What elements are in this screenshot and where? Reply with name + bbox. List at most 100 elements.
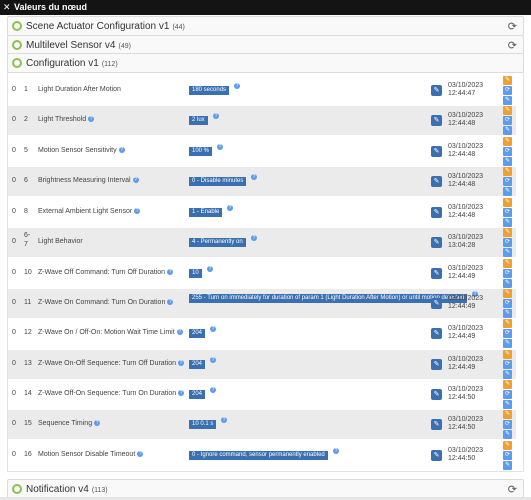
help-icon[interactable]: ? [94, 420, 101, 426]
refresh-icon[interactable]: ⟳ [503, 116, 512, 125]
wrench-icon[interactable]: ✎ [431, 298, 442, 309]
wrench-icon[interactable]: ✎ [431, 450, 442, 461]
refresh-icon[interactable]: ⟳ [503, 86, 512, 95]
pencil-icon[interactable]: ✎ [503, 218, 512, 227]
section-title: Notification v4 (113) [26, 484, 108, 495]
config-row: 0 13 Z-Wave On-Off Sequence: Turn Off Dura… [8, 350, 516, 379]
wrench-icon[interactable]: ✎ [431, 268, 442, 279]
help-icon[interactable]: ? [167, 299, 174, 305]
pencil-icon[interactable]: ✎ [503, 157, 512, 166]
wrench-icon[interactable]: ✎ [431, 389, 442, 400]
refresh-icon[interactable]: ⟳ [503, 451, 512, 460]
pencil-icon[interactable]: ✎ [503, 400, 512, 409]
edit-icon[interactable]: ✎ [503, 441, 512, 450]
pencil-icon[interactable]: ✎ [503, 187, 512, 196]
refresh-icon[interactable]: ⟳ [503, 329, 512, 338]
refresh-icon[interactable]: ⟳ [503, 299, 512, 308]
refresh-icon[interactable]: ⟳ [508, 39, 517, 52]
wrench-icon[interactable]: ✎ [431, 146, 442, 157]
pencil-icon[interactable]: ✎ [503, 96, 512, 105]
wrench-icon[interactable]: ✎ [431, 176, 442, 187]
value-help-icon[interactable]: ? [213, 113, 219, 119]
status-circle-icon [12, 21, 22, 31]
config-row: 0 1 Light Duration After Motion 180 seconds… [8, 76, 516, 105]
help-icon[interactable]: ? [178, 390, 185, 396]
value-help-icon[interactable]: ? [251, 174, 257, 180]
refresh-icon[interactable]: ⟳ [503, 269, 512, 278]
value-help-icon[interactable]: ? [221, 417, 227, 423]
value-help-icon[interactable]: ? [251, 235, 257, 241]
edit-icon[interactable]: ✎ [503, 289, 512, 298]
value-help-icon[interactable]: ? [210, 326, 216, 332]
help-icon[interactable]: ? [132, 177, 139, 183]
refresh-icon[interactable]: ⟳ [503, 147, 512, 156]
help-icon[interactable]: ? [176, 329, 183, 335]
wrench-icon[interactable]: ✎ [431, 207, 442, 218]
wrench-icon[interactable]: ✎ [431, 115, 442, 126]
pencil-icon[interactable]: ✎ [503, 248, 512, 257]
refresh-icon[interactable]: ⟳ [503, 238, 512, 247]
value-help-icon[interactable]: ? [210, 357, 216, 363]
edit-icon[interactable]: ✎ [503, 380, 512, 389]
wrench-icon[interactable]: ✎ [431, 237, 442, 248]
refresh-icon[interactable]: ⟳ [503, 420, 512, 429]
parameter-number: 15 [24, 420, 32, 427]
value-help-icon[interactable]: ? [333, 448, 339, 454]
refresh-icon[interactable]: ⟳ [503, 390, 512, 399]
update-timestamp: 03/10/2023 12:44:49 [448, 356, 483, 372]
edit-icon[interactable]: ✎ [503, 350, 512, 359]
edit-icon[interactable]: ✎ [503, 198, 512, 207]
edit-icon[interactable]: ✎ [503, 228, 512, 237]
section-configuration[interactable]: Configuration v1 (112) [7, 53, 524, 73]
parameter-number: 11 [24, 299, 32, 306]
section-notification[interactable]: Notification v4 (113) ⟳ [7, 479, 524, 499]
edit-icon[interactable]: ✎ [503, 76, 512, 85]
help-icon[interactable]: ? [118, 147, 125, 153]
edit-icon[interactable]: ✎ [503, 319, 512, 328]
help-icon[interactable]: ? [134, 208, 141, 214]
edit-icon[interactable]: ✎ [503, 137, 512, 146]
pencil-icon[interactable]: ✎ [503, 309, 512, 318]
wrench-icon[interactable]: ✎ [431, 359, 442, 370]
instance-index: 0 [12, 238, 16, 245]
help-icon[interactable]: ? [88, 116, 95, 122]
help-icon[interactable]: ? [167, 269, 174, 275]
instance-index: 0 [12, 208, 16, 215]
section-scene-actuator[interactable]: Scene Actuator Configuration v1 (44) ⟳ [7, 16, 524, 36]
close-icon[interactable]: ✕ [3, 2, 11, 13]
wrench-icon[interactable]: ✎ [431, 328, 442, 339]
config-row: 0 5 Motion Sensor Sensitivity? 100 %? ✎ 03/10… [8, 137, 516, 166]
value-help-icon[interactable]: ? [234, 83, 240, 89]
value-help-icon[interactable]: ? [207, 266, 213, 272]
update-time: 12:44:47 [448, 90, 476, 97]
section-multilevel-sensor[interactable]: Multilevel Sensor v4 (49) ⟳ [7, 35, 524, 55]
pencil-icon[interactable]: ✎ [503, 370, 512, 379]
edit-icon[interactable]: ✎ [503, 259, 512, 268]
edit-icon[interactable]: ✎ [503, 167, 512, 176]
instance-index: 0 [12, 390, 16, 397]
instance-index: 0 [12, 360, 16, 367]
pencil-icon[interactable]: ✎ [503, 430, 512, 439]
refresh-icon[interactable]: ⟳ [508, 20, 517, 33]
refresh-icon[interactable]: ⟳ [508, 483, 517, 496]
refresh-icon[interactable]: ⟳ [503, 360, 512, 369]
refresh-icon[interactable]: ⟳ [503, 208, 512, 217]
update-date: 03/10/2023 [448, 386, 484, 393]
pencil-icon[interactable]: ✎ [503, 279, 512, 288]
help-icon[interactable]: ? [137, 451, 144, 457]
pencil-icon[interactable]: ✎ [503, 126, 512, 135]
value-help-icon[interactable]: ? [217, 144, 223, 150]
edit-icon[interactable]: ✎ [503, 410, 512, 419]
pencil-icon[interactable]: ✎ [503, 461, 512, 470]
wrench-icon[interactable]: ✎ [431, 85, 442, 96]
refresh-icon[interactable]: ⟳ [503, 177, 512, 186]
help-icon[interactable]: ? [178, 360, 184, 366]
update-date: 03/10/2023 [448, 325, 484, 332]
pencil-icon[interactable]: ✎ [503, 339, 512, 348]
parameter-label-text: External Ambient Light Sensor [38, 208, 133, 215]
edit-icon[interactable]: ✎ [503, 106, 512, 115]
wrench-icon[interactable]: ✎ [431, 419, 442, 430]
parameter-label-text: Light Duration After Motion [38, 86, 121, 93]
value-help-icon[interactable]: ? [210, 387, 216, 393]
value-help-icon[interactable]: ? [227, 205, 233, 211]
